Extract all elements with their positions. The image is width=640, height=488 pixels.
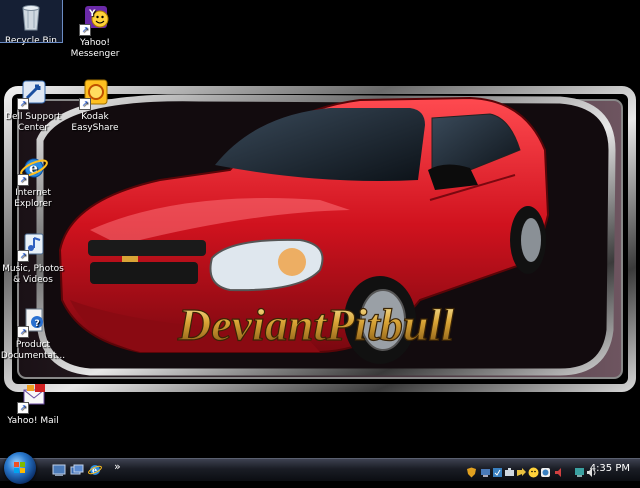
security-shield-icon[interactable]: [466, 463, 477, 478]
shortcut-arrow-icon: ↗: [17, 326, 29, 338]
show-desktop-icon: [52, 464, 66, 476]
desktop-icon-label: Dell Support Center: [5, 112, 61, 133]
desktop-icon-label: Product Documentat...: [0, 340, 66, 361]
wallpaper-watermark: DeviantPitbull: [177, 299, 454, 350]
shortcut-arrow-icon: ↗: [17, 250, 29, 262]
desktop-icon-label: Yahoo! Mail: [7, 416, 59, 426]
start-button[interactable]: [4, 452, 36, 484]
shortcut-arrow-icon: ↗: [79, 24, 91, 36]
quicklaunch-overflow-chevron[interactable]: »: [114, 460, 121, 473]
volume-icon[interactable]: [504, 463, 515, 476]
taskbar: e » 4:35 PM: [0, 452, 640, 484]
svg-text:?: ?: [35, 319, 40, 329]
dell-support-icon: ↗: [17, 78, 49, 110]
yahoo-mail-icon: ↗: [17, 382, 49, 414]
internet-explorer-icon: e: [88, 465, 102, 475]
recycle-bin-shortcut[interactable]: Recycle Bin: [0, 0, 63, 46]
yahoo-mail-shortcut[interactable]: ↗ Yahoo! Mail: [0, 380, 66, 427]
desktop[interactable]: DeviantPitbull Recycle Bin Y ↗ Yahoo! Me…: [0, 0, 640, 458]
show-desktop-button[interactable]: [52, 462, 66, 476]
music-photos-videos-shortcut[interactable]: ↗ Music, Photos & Videos: [0, 228, 66, 286]
internet-explorer-shortcut[interactable]: e ↗ Internet Explorer: [0, 152, 66, 210]
internet-explorer-icon: e ↗: [17, 154, 49, 186]
shortcut-arrow-icon: ↗: [17, 402, 29, 414]
messenger-icon[interactable]: [528, 463, 539, 478]
battery-icon[interactable]: [516, 463, 527, 476]
desktop-icon-label: Yahoo! Messenger: [70, 38, 120, 59]
internet-explorer-quicklaunch[interactable]: e: [88, 462, 102, 476]
shortcut-arrow-icon: ↗: [79, 98, 91, 110]
wallpaper: DeviantPitbull: [4, 86, 636, 392]
desktop-icon-label: Internet Explorer: [14, 188, 52, 209]
yahoo-messenger-shortcut[interactable]: Y ↗ Yahoo! Messenger: [62, 2, 128, 60]
shortcut-arrow-icon: ↗: [17, 98, 29, 110]
update-icon[interactable]: [492, 463, 503, 477]
svg-text:Y: Y: [88, 9, 96, 19]
recycle-bin-icon: [15, 2, 47, 34]
music-photos-videos-icon: ↗: [17, 230, 49, 262]
network-icon[interactable]: [480, 463, 491, 477]
desktop-icon-label: Kodak EasyShare: [71, 112, 119, 133]
kodak-easyshare-icon: ↗: [79, 78, 111, 110]
product-documentation-icon: ? ↗: [17, 306, 49, 338]
product-documentation-shortcut[interactable]: ? ↗ Product Documentat...: [0, 304, 66, 362]
notification-area: 4:35 PM: [462, 459, 640, 481]
taskbar-clock[interactable]: 4:35 PM: [590, 463, 630, 474]
desktop-icon-label: Recycle Bin: [5, 36, 57, 46]
dell-support-center-shortcut[interactable]: ↗ Dell Support Center: [0, 76, 66, 134]
kodak-easyshare-shortcut[interactable]: ↗ Kodak EasyShare: [62, 76, 128, 134]
switch-windows-button[interactable]: [70, 462, 84, 476]
switch-windows-icon: [70, 464, 84, 475]
display-icon[interactable]: [574, 463, 585, 477]
yahoo-messenger-icon: Y ↗: [79, 4, 111, 36]
desktop-icon-label: Music, Photos & Videos: [2, 264, 64, 285]
shortcut-arrow-icon: ↗: [17, 174, 29, 186]
safety-icon[interactable]: [540, 463, 551, 477]
windows-logo-icon: [14, 462, 25, 473]
sound-icon[interactable]: [554, 463, 565, 477]
